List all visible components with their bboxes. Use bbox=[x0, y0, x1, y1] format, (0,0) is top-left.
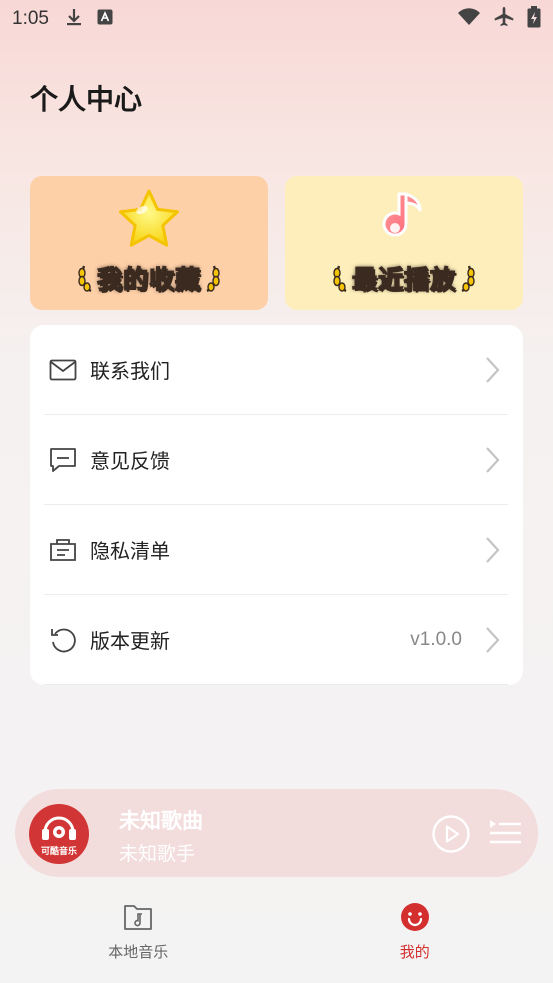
star-icon bbox=[116, 188, 182, 250]
favorites-card[interactable]: 我的收藏 bbox=[30, 176, 268, 310]
recent-card[interactable]: 最近播放 bbox=[285, 176, 523, 310]
laurel-right-icon bbox=[206, 265, 220, 293]
album-cover: 可酷音乐 bbox=[29, 804, 89, 864]
playlist-button[interactable] bbox=[487, 817, 523, 849]
menu-item-label: 隐私清单 bbox=[90, 539, 170, 563]
feedback-icon bbox=[48, 445, 78, 475]
chevron-right-icon bbox=[486, 626, 500, 653]
menu-item-feedback[interactable]: 意见反馈 bbox=[44, 415, 508, 505]
song-artist: 未知歌手 bbox=[119, 843, 196, 865]
chevron-right-icon bbox=[486, 446, 500, 473]
laurel-left-icon bbox=[78, 265, 92, 293]
menu-item-contact[interactable]: 联系我们 bbox=[44, 325, 508, 415]
cover-brand-text: 可酷音乐 bbox=[40, 846, 77, 857]
laurel-left-icon bbox=[333, 265, 347, 293]
a-badge-icon bbox=[97, 8, 113, 30]
menu-item-label: 版本更新 bbox=[90, 629, 170, 653]
menu-item-label: 意见反馈 bbox=[90, 449, 170, 473]
mini-player[interactable]: 可酷音乐 未知歌曲 未知歌手 bbox=[15, 789, 538, 877]
nav-local-music[interactable]: 本地音乐 bbox=[0, 883, 277, 983]
wifi-icon bbox=[457, 7, 481, 31]
status-bar: 1:05 bbox=[0, 0, 553, 38]
page-title: 个人中心 bbox=[30, 83, 143, 116]
chevron-right-icon bbox=[486, 536, 500, 563]
headphones-icon bbox=[42, 816, 76, 840]
privacy-list-icon bbox=[48, 535, 78, 565]
music-note-icon bbox=[374, 188, 434, 250]
bottom-nav: 本地音乐 我的 bbox=[0, 883, 553, 983]
nav-label: 本地音乐 bbox=[108, 943, 169, 961]
play-button[interactable] bbox=[431, 814, 471, 854]
download-icon bbox=[65, 7, 83, 32]
refresh-icon bbox=[48, 625, 78, 655]
status-time: 1:05 bbox=[12, 8, 49, 29]
version-value: v1.0.0 bbox=[410, 628, 462, 650]
battery-icon bbox=[527, 5, 541, 33]
airplane-icon bbox=[493, 6, 515, 33]
mail-icon bbox=[48, 355, 78, 385]
menu-item-label: 联系我们 bbox=[90, 359, 170, 383]
menu-item-privacy[interactable]: 隐私清单 bbox=[44, 505, 508, 595]
settings-menu: 联系我们 意见反馈 隐私清单 版本更新 v1.0.0 bbox=[30, 325, 523, 685]
favorites-label: 我的收藏 bbox=[96, 264, 201, 294]
chevron-right-icon bbox=[486, 356, 500, 383]
nav-label: 我的 bbox=[399, 943, 430, 961]
recent-label: 最近播放 bbox=[351, 264, 456, 294]
menu-item-version[interactable]: 版本更新 v1.0.0 bbox=[44, 595, 508, 685]
nav-mine[interactable]: 我的 bbox=[277, 883, 553, 983]
smile-icon bbox=[399, 901, 431, 933]
folder-music-icon bbox=[122, 901, 154, 933]
song-title: 未知歌曲 bbox=[119, 809, 203, 833]
laurel-right-icon bbox=[461, 265, 475, 293]
